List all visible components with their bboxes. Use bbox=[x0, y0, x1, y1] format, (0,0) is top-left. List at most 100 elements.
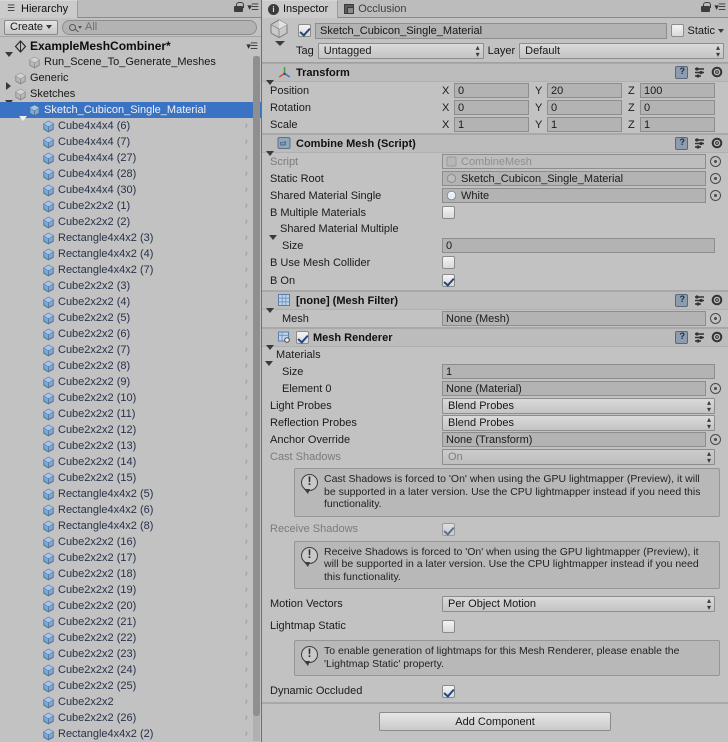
preset-icon[interactable] bbox=[693, 331, 706, 344]
mesh-renderer-header[interactable]: Mesh Renderer bbox=[262, 329, 728, 350]
transform-y-field[interactable]: 20 bbox=[547, 83, 622, 98]
hierarchy-item[interactable]: Cube4x4x4 (27) › bbox=[0, 150, 261, 166]
search-input[interactable]: All bbox=[62, 19, 257, 35]
hierarchy-item[interactable]: Cube4x4x4 (30) › bbox=[0, 182, 261, 198]
chevron-right-icon[interactable]: › bbox=[245, 616, 248, 627]
chevron-right-icon[interactable]: › bbox=[245, 440, 248, 451]
preset-icon[interactable] bbox=[693, 137, 706, 150]
chevron-right-icon[interactable]: › bbox=[245, 600, 248, 611]
lightmap-static-checkbox[interactable] bbox=[442, 619, 455, 633]
chevron-right-icon[interactable]: › bbox=[245, 120, 248, 131]
chevron-right-icon[interactable]: › bbox=[245, 344, 248, 355]
chevron-right-icon[interactable]: › bbox=[245, 552, 248, 563]
mesh-field[interactable]: None (Mesh) bbox=[442, 311, 706, 326]
static-root-field[interactable]: Sketch_Cubicon_Single_Material bbox=[442, 171, 706, 186]
chevron-right-icon[interactable]: › bbox=[245, 632, 248, 643]
gear-icon[interactable] bbox=[711, 331, 724, 344]
chevron-right-icon[interactable]: › bbox=[245, 392, 248, 403]
b-on-checkbox[interactable] bbox=[442, 274, 455, 287]
mesh-renderer-enabled-checkbox[interactable] bbox=[296, 331, 309, 344]
transform-z-field[interactable]: 100 bbox=[640, 83, 715, 98]
chevron-right-icon[interactable]: › bbox=[245, 488, 248, 499]
hierarchy-item[interactable]: Cube2x2x2 (26) › bbox=[0, 710, 261, 726]
preset-icon[interactable] bbox=[693, 66, 706, 79]
hierarchy-item[interactable]: Cube2x2x2 (19) › bbox=[0, 582, 261, 598]
chevron-right-icon[interactable]: › bbox=[245, 504, 248, 515]
scene-root-row[interactable]: ExampleMeshCombiner* ▾☰ bbox=[0, 38, 261, 57]
object-picker-icon[interactable] bbox=[710, 156, 721, 167]
chevron-right-icon[interactable]: › bbox=[245, 584, 248, 595]
hierarchy-scrollbar-thumb[interactable] bbox=[253, 56, 260, 716]
hierarchy-item[interactable]: Cube4x4x4 (28) › bbox=[0, 166, 261, 182]
hierarchy-item[interactable]: Rectangle4x4x2 (7) › bbox=[0, 262, 261, 278]
lock-icon[interactable] bbox=[701, 2, 711, 13]
hierarchy-item[interactable]: Sketches bbox=[0, 86, 261, 105]
hierarchy-item[interactable]: Cube2x2x2 (13) › bbox=[0, 438, 261, 454]
object-picker-icon[interactable] bbox=[710, 434, 721, 445]
hierarchy-item[interactable]: Cube2x2x2 (2) › bbox=[0, 214, 261, 230]
static-dropdown-chevron-icon[interactable] bbox=[718, 28, 724, 33]
hierarchy-item[interactable]: Cube2x2x2 (12) › bbox=[0, 422, 261, 438]
b-use-mesh-collider-checkbox[interactable] bbox=[442, 256, 455, 269]
tab-occlusion[interactable]: Occlusion bbox=[338, 0, 415, 18]
chevron-right-icon[interactable]: › bbox=[245, 728, 248, 739]
transform-x-field[interactable]: 0 bbox=[454, 83, 529, 98]
object-picker-icon[interactable] bbox=[710, 173, 721, 184]
gear-icon[interactable] bbox=[711, 66, 724, 79]
chevron-right-icon[interactable]: › bbox=[245, 264, 248, 275]
chevron-right-icon[interactable]: › bbox=[245, 360, 248, 371]
size-field[interactable]: 0 bbox=[442, 238, 715, 253]
hierarchy-scrollbar[interactable] bbox=[253, 56, 260, 741]
hierarchy-item[interactable]: Run_Scene_To_Generate_Meshes bbox=[0, 54, 261, 70]
hierarchy-item[interactable]: Rectangle4x4x2 (4) › bbox=[0, 246, 261, 262]
chevron-right-icon[interactable]: › bbox=[245, 216, 248, 227]
hierarchy-item[interactable]: Cube2x2x2 (8) › bbox=[0, 358, 261, 374]
help-icon[interactable] bbox=[675, 294, 688, 307]
hierarchy-item[interactable]: Cube2x2x2 (14) › bbox=[0, 454, 261, 470]
chevron-right-icon[interactable]: › bbox=[245, 168, 248, 179]
shared-material-multiple-foldout[interactable]: Shared Material Multiple bbox=[262, 221, 728, 240]
hierarchy-item[interactable]: Cube2x2x2 (16) › bbox=[0, 534, 261, 550]
hierarchy-menu-icon[interactable]: ▾☰ bbox=[247, 2, 259, 13]
chevron-right-icon[interactable]: › bbox=[245, 376, 248, 387]
hierarchy-tree[interactable]: ExampleMeshCombiner* ▾☰ Run_Scene_To_Gen… bbox=[0, 38, 261, 742]
chevron-right-icon[interactable]: › bbox=[245, 184, 248, 195]
preset-icon[interactable] bbox=[693, 294, 706, 307]
hierarchy-item[interactable]: Cube2x2x2 (25) › bbox=[0, 678, 261, 694]
help-icon[interactable] bbox=[675, 137, 688, 150]
transform-header[interactable]: Transform bbox=[262, 64, 728, 85]
chevron-right-icon[interactable]: › bbox=[245, 232, 248, 243]
shared-material-single-field[interactable]: White bbox=[442, 188, 706, 203]
static-checkbox[interactable] bbox=[671, 24, 685, 37]
hierarchy-item[interactable]: Cube4x4x4 (7) › bbox=[0, 134, 261, 150]
chevron-right-icon[interactable]: › bbox=[245, 296, 248, 307]
hierarchy-item[interactable]: Cube2x2x2 (24) › bbox=[0, 662, 261, 678]
hierarchy-item[interactable]: Cube2x2x2 (4) › bbox=[0, 294, 261, 310]
combine-mesh-header[interactable]: c# Combine Mesh (Script) bbox=[262, 135, 728, 156]
element0-field[interactable]: None (Material) bbox=[442, 381, 706, 396]
materials-foldout[interactable]: Materials bbox=[262, 347, 728, 366]
chevron-right-icon[interactable]: › bbox=[245, 328, 248, 339]
hierarchy-item[interactable]: Cube2x2x2 (10) › bbox=[0, 390, 261, 406]
chevron-right-icon[interactable]: › bbox=[245, 680, 248, 691]
hierarchy-item[interactable]: Sketch_Cubicon_Single_Material bbox=[0, 102, 261, 121]
tag-dropdown[interactable]: Untagged ▴ ▾ bbox=[317, 43, 484, 59]
hierarchy-item[interactable]: Cube4x4x4 (6) › bbox=[0, 118, 261, 134]
hierarchy-item[interactable]: Cube2x2x2 (18) › bbox=[0, 566, 261, 582]
help-icon[interactable] bbox=[675, 331, 688, 344]
materials-size-field[interactable]: 1 bbox=[442, 364, 715, 379]
b-multiple-materials-checkbox[interactable] bbox=[442, 206, 455, 219]
gameobject-enabled-checkbox[interactable] bbox=[298, 24, 311, 37]
hierarchy-item[interactable]: Generic bbox=[0, 70, 261, 90]
hierarchy-item[interactable]: Rectangle4x4x2 (2) › bbox=[0, 726, 261, 742]
transform-y-field[interactable]: 0 bbox=[547, 100, 622, 115]
chevron-right-icon[interactable]: › bbox=[245, 136, 248, 147]
hierarchy-item[interactable]: Cube2x2x2 (15) › bbox=[0, 470, 261, 486]
hierarchy-item[interactable]: Rectangle4x4x2 (3) › bbox=[0, 230, 261, 246]
create-button[interactable]: Create bbox=[4, 19, 59, 35]
hierarchy-item[interactable]: Cube2x2x2 (5) › bbox=[0, 310, 261, 326]
hierarchy-item[interactable]: Cube2x2x2 (11) › bbox=[0, 406, 261, 422]
chevron-right-icon[interactable]: › bbox=[245, 456, 248, 467]
lock-icon[interactable] bbox=[234, 2, 244, 13]
layer-dropdown[interactable]: Default ▴ ▾ bbox=[519, 43, 724, 59]
